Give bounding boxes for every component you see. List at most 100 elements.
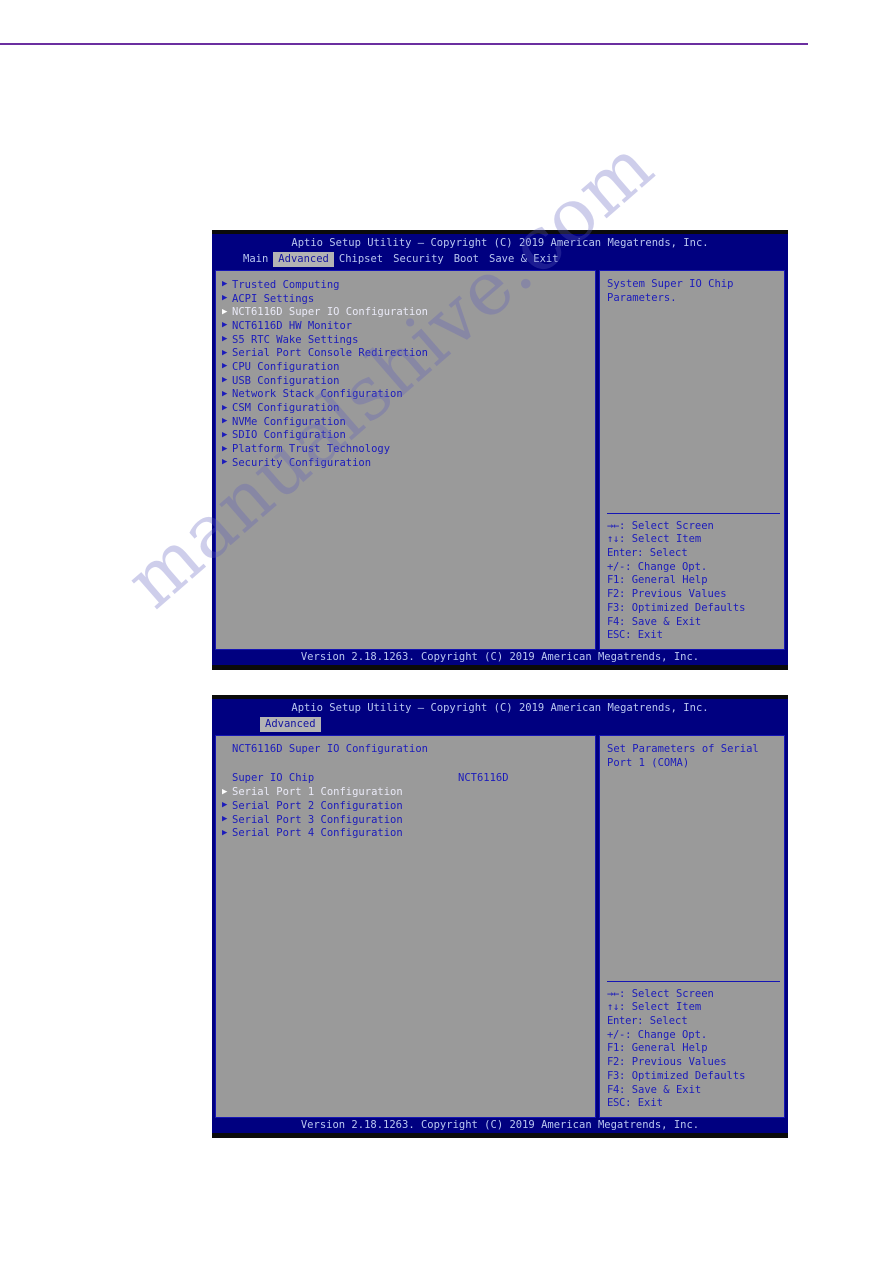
legend-key-icon: F3 [607,601,620,614]
submenu-arrow-icon: ▶ [222,320,228,331]
legend-key-icon: F2 [607,588,620,601]
legend-key-icon: F2 [607,1056,620,1069]
menu-item[interactable]: ▶ ACPI Settings [222,292,595,306]
menu-item-label: USB Configuration [232,374,340,387]
menu-item-label: CPU Configuration [232,360,340,373]
menu-item[interactable]: ▶ Serial Port 2 Configuration [222,799,595,813]
legend-row: Enter: Select [607,547,784,561]
menu-item[interactable]: ▶ Network Stack Configuration [222,388,595,402]
menu-item[interactable]: ▶ Serial Port 4 Configuration [222,826,595,840]
legend-key-icon: Enter [607,1015,638,1028]
tab-advanced[interactable]: Advanced [273,252,334,267]
menu-item[interactable]: ▶ Serial Port 3 Configuration [222,813,595,827]
legend-key-description: : Exit [625,1097,664,1110]
menu-item[interactable]: ▶ CSM Configuration [222,401,595,415]
legend-key-description: : General Help [619,574,708,587]
legend-key-description: : Save & Exit [619,615,702,628]
submenu-arrow-icon: ▶ [222,334,228,345]
screen1-bottom-strip [212,665,788,670]
menu-item[interactable]: ▶ Serial Port 1 Configuration [222,785,595,799]
legend-row: +/-: Change Opt. [607,1029,784,1043]
bios-screen-advanced-menu: Aptio Setup Utility – Copyright (C) 2019… [212,230,788,670]
bios-screen-super-io-config: Aptio Setup Utility – Copyright (C) 2019… [212,695,788,1138]
legend-key-description: : Exit [625,629,664,642]
screen2-legend-divider [607,980,780,982]
menu-item-label: Network Stack Configuration [232,388,403,401]
tab-boot[interactable]: Boot [449,252,484,267]
submenu-arrow-icon: ▶ [222,347,228,358]
screen2-title: Aptio Setup Utility – Copyright (C) 2019… [291,702,709,714]
screen1-title: Aptio Setup Utility – Copyright (C) 2019… [291,237,709,249]
menu-item-label: Serial Port Console Redirection [232,347,428,360]
legend-key-description: : Select Item [619,533,702,546]
legend-key-icon: +/- [607,560,626,573]
legend-row: F2: Previous Values [607,1056,784,1070]
submenu-arrow-icon: ▶ [222,306,228,317]
tab-chipset[interactable]: Chipset [334,252,388,267]
menu-item[interactable]: ▶ NVMe Configuration [222,415,595,429]
legend-key-description: : Select Screen [619,519,714,532]
legend-key-description: : Select [637,547,688,560]
menu-item-label: Serial Port 4 Configuration [232,827,403,840]
submenu-arrow-icon: ▶ [222,402,228,413]
menu-item-label: SDIO Configuration [232,429,346,442]
menu-item[interactable]: ▶ SDIO Configuration [222,429,595,443]
menu-item-label: NCT6116D Super IO Configuration [232,306,428,319]
screen2-menu-panel: NCT6116D Super IO Configuration Super IO… [215,735,596,1118]
submenu-arrow-icon: ▶ [222,786,228,797]
page-header-rule [0,43,808,45]
menu-item-label: CSM Configuration [232,402,340,415]
legend-key-icon: →← [607,987,620,1000]
screen1-help-panel: System Super IO Chip Parameters. →←: Sel… [599,270,785,650]
menu-item[interactable]: ▶ Serial Port Console Redirection [222,346,595,360]
submenu-arrow-icon: ▶ [222,443,228,454]
menu-item-label: Serial Port 1 Configuration [232,786,403,799]
menu-item[interactable]: ▶ NCT6116D HW Monitor [222,319,595,333]
legend-key-description: : Optimized Defaults [619,601,746,614]
submenu-arrow-icon: ▶ [222,814,228,825]
legend-row: F4: Save & Exit [607,1084,784,1098]
tab-save-exit[interactable]: Save & Exit [484,252,564,267]
submenu-arrow-icon: ▶ [222,416,228,427]
legend-row: F1: General Help [607,574,784,588]
legend-row: Enter: Select [607,1015,784,1029]
legend-key-description: : Select [637,1015,688,1028]
submenu-arrow-icon: ▶ [222,429,228,440]
screen1-version-bar: Version 2.18.1263. Copyright (C) 2019 Am… [212,650,788,665]
menu-item[interactable]: ▶ S5 RTC Wake Settings [222,333,595,347]
submenu-arrow-icon: ▶ [222,293,228,304]
legend-row: +/-: Change Opt. [607,561,784,575]
menu-item[interactable]: ▶ CPU Configuration [222,360,595,374]
legend-key-icon: ↑↓ [607,533,620,546]
submenu-arrow-icon: ▶ [222,388,228,399]
menu-item-label: Trusted Computing [232,278,340,291]
screen2-body: NCT6116D Super IO Configuration Super IO… [212,732,788,1118]
screen2-help-text: Set Parameters of Serial Port 1 (COMA) [607,743,759,769]
screen2-bottom-strip [212,1133,788,1138]
legend-row: F2: Previous Values [607,588,784,602]
legend-key-icon: →← [607,519,620,532]
menu-item-label: Platform Trust Technology [232,443,391,456]
legend-key-icon: ESC [607,1097,626,1110]
menu-item[interactable]: ▶ USB Configuration [222,374,595,388]
menu-item[interactable]: ▶ Security Configuration [222,456,595,470]
legend-key-description: : Select Item [619,1001,702,1014]
super-io-chip-value: NCT6116D [458,771,509,784]
menu-item-label: NCT6116D HW Monitor [232,319,353,332]
menu-item[interactable]: ▶ NCT6116D Super IO Configuration [222,305,595,319]
menu-item-label: S5 RTC Wake Settings [232,333,359,346]
submenu-arrow-icon: ▶ [222,800,228,811]
legend-key-description: : Previous Values [619,588,727,601]
tab-advanced[interactable]: Advanced [260,717,321,732]
legend-key-description: : Previous Values [619,1056,727,1069]
legend-row: F1: General Help [607,1042,784,1056]
screen2-help-panel: Set Parameters of Serial Port 1 (COMA) →… [599,735,785,1118]
legend-key-icon: F3 [607,1069,620,1082]
menu-item[interactable]: ▶ Platform Trust Technology [222,442,595,456]
tab-security[interactable]: Security [388,252,449,267]
menu-item[interactable]: ▶ Trusted Computing [222,278,595,292]
tab-main[interactable]: Main [238,252,273,267]
super-io-chip-row: Super IO Chip NCT6116D [232,772,595,786]
legend-key-description: : Select Screen [619,987,714,1000]
legend-row: F3: Optimized Defaults [607,1070,784,1084]
